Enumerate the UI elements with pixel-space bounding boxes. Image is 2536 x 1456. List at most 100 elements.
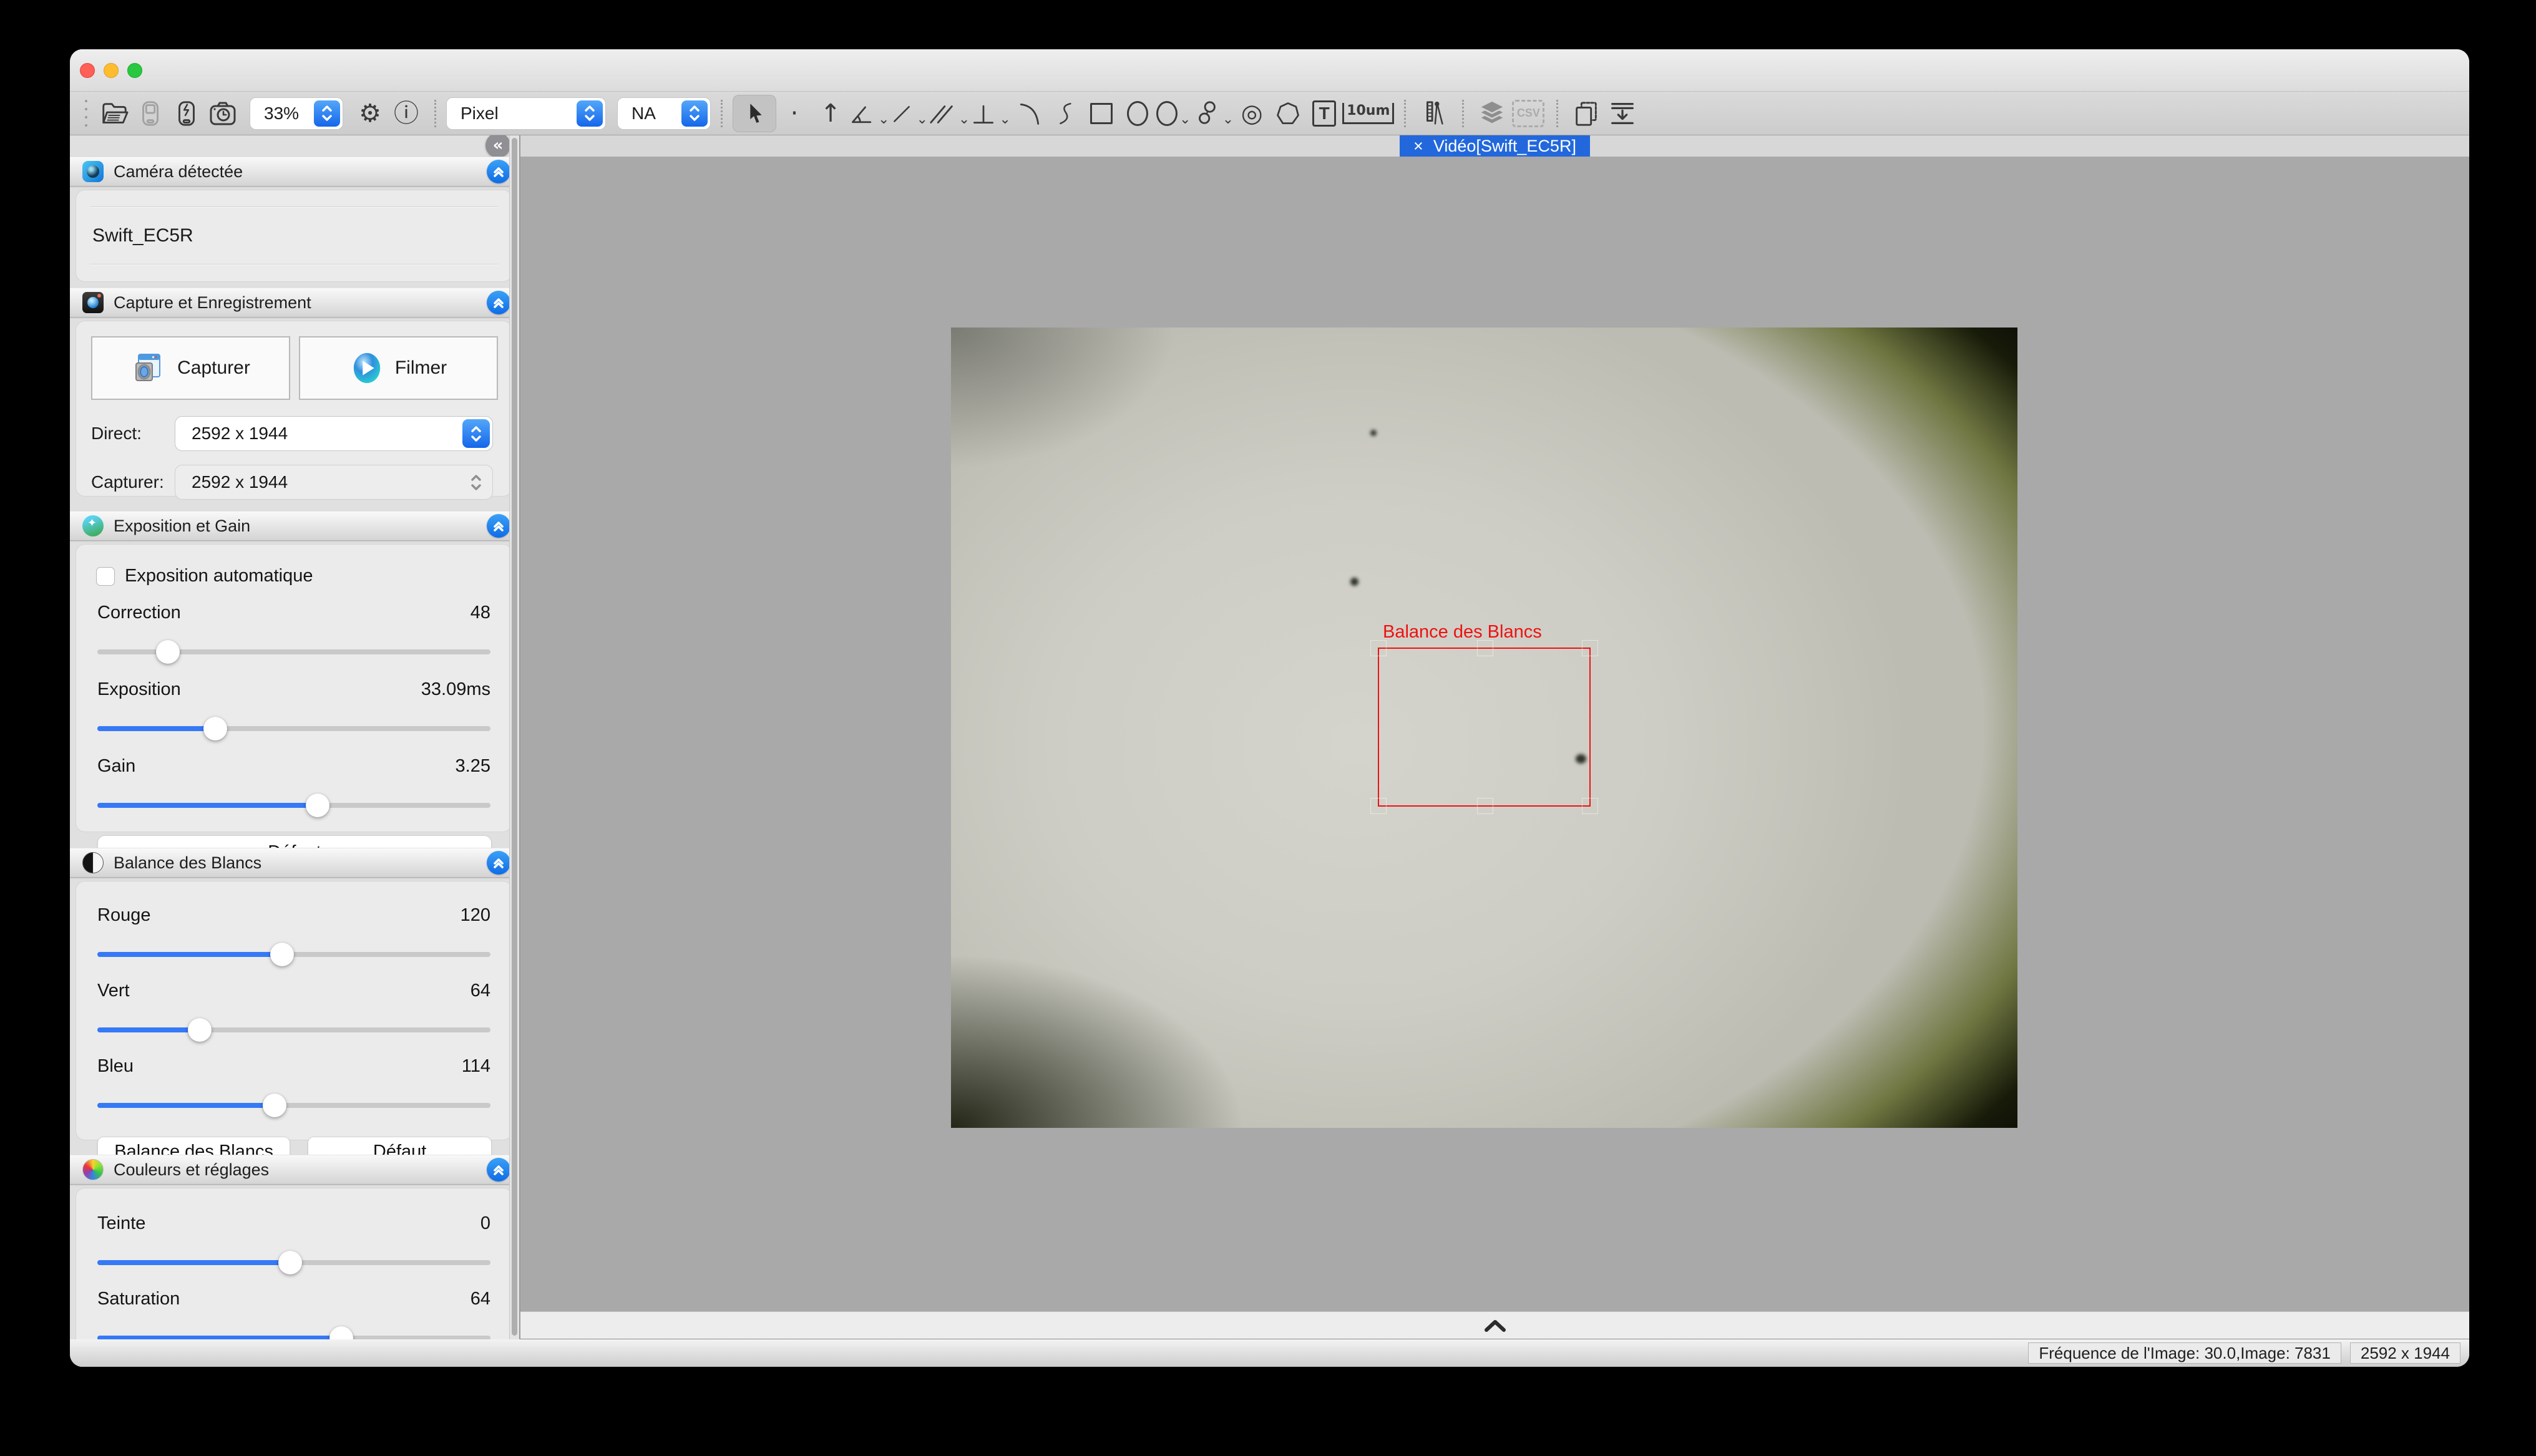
panel-header-camera[interactable]: Caméra détectée bbox=[70, 157, 519, 187]
point-tool-button[interactable]: · bbox=[776, 95, 812, 132]
panel-header-colors[interactable]: Couleurs et réglages bbox=[70, 1155, 519, 1185]
panel-title: Exposition et Gain bbox=[114, 517, 250, 536]
copy-images-button[interactable] bbox=[1568, 95, 1604, 132]
panel-collapse-button[interactable] bbox=[487, 160, 510, 183]
correction-slider[interactable] bbox=[97, 649, 490, 654]
roi-handle[interactable] bbox=[1477, 798, 1493, 814]
slider-thumb[interactable] bbox=[329, 1326, 353, 1339]
stepper-icon[interactable] bbox=[462, 419, 490, 448]
slider-thumb[interactable] bbox=[270, 943, 294, 966]
slider-value: 64 bbox=[471, 1289, 490, 1309]
roi-handle[interactable] bbox=[1582, 640, 1598, 656]
microscope-live-view[interactable]: Balance des Blancs bbox=[951, 328, 2017, 1128]
export-merge-button[interactable] bbox=[1604, 95, 1641, 132]
layers-button[interactable] bbox=[1474, 95, 1510, 132]
roi-handle[interactable] bbox=[1582, 798, 1598, 814]
roi-handle[interactable] bbox=[1477, 640, 1493, 656]
ellipse-tool-button[interactable] bbox=[1119, 95, 1156, 132]
sidebar: « Caméra détectée Swift_EC5R Captur bbox=[70, 135, 519, 1339]
panel-reveal-strip[interactable] bbox=[520, 1311, 2469, 1339]
camera-snapshot-button[interactable] bbox=[205, 95, 241, 132]
zoom-window-button[interactable] bbox=[127, 63, 142, 78]
scrollbar-thumb[interactable] bbox=[512, 138, 517, 1336]
rectangle-tool-button[interactable] bbox=[1083, 95, 1119, 132]
zoom-level-select[interactable]: 33% bbox=[250, 97, 343, 130]
gain-slider[interactable] bbox=[97, 803, 490, 808]
slider-thumb[interactable] bbox=[278, 1251, 302, 1274]
slider-value: 0 bbox=[480, 1213, 490, 1234]
arrow-tool-button[interactable]: ↑ bbox=[812, 95, 849, 132]
camera-name[interactable]: Swift_EC5R bbox=[76, 208, 512, 264]
stepper-icon[interactable] bbox=[314, 100, 340, 127]
slider-thumb[interactable] bbox=[156, 640, 180, 664]
traffic-lights bbox=[80, 63, 142, 78]
slider-thumb[interactable] bbox=[188, 1018, 212, 1042]
toolbar-separator bbox=[1556, 100, 1558, 127]
toolbar-separator bbox=[1404, 100, 1406, 127]
cursor-tool-button[interactable] bbox=[733, 95, 776, 132]
text-tool-button[interactable]: T bbox=[1306, 95, 1342, 132]
panel-collapse-button[interactable] bbox=[487, 1158, 510, 1182]
na-select[interactable]: NA bbox=[617, 97, 711, 130]
scale-bar-tool-button[interactable]: 10um bbox=[1342, 95, 1394, 132]
slider-thumb[interactable] bbox=[263, 1094, 286, 1117]
auto-exposure-checkbox[interactable] bbox=[96, 567, 115, 586]
white-balance-roi[interactable] bbox=[1378, 648, 1591, 807]
stepper-icon[interactable] bbox=[577, 100, 603, 127]
status-bar: Fréquence de l'Image: 30.0,Image: 7831 2… bbox=[70, 1339, 2469, 1367]
saturation-slider[interactable] bbox=[97, 1336, 490, 1339]
chevron-down-icon: ⌄ bbox=[916, 112, 927, 127]
tab-close-icon[interactable]: × bbox=[1413, 137, 1423, 156]
arc-tool-button[interactable] bbox=[1011, 95, 1047, 132]
panel-collapse-button[interactable] bbox=[487, 291, 510, 314]
panel-header-capture[interactable]: Capture et Enregistrement bbox=[70, 288, 519, 318]
roi-handle[interactable] bbox=[1370, 798, 1387, 814]
video-canvas[interactable]: Balance des Blancs bbox=[520, 157, 2469, 1311]
exposure-slider[interactable] bbox=[97, 726, 490, 731]
measure-caliper-button[interactable] bbox=[1416, 95, 1452, 132]
dust-speck bbox=[1350, 578, 1358, 586]
live-resolution-select[interactable]: 2592 x 1944 bbox=[175, 416, 493, 451]
panel-collapse-button[interactable] bbox=[487, 851, 510, 875]
parallel-lines-tool-button[interactable]: ⌄ bbox=[928, 95, 970, 132]
annulus-tool-button[interactable]: ◎ bbox=[1234, 95, 1270, 132]
record-button-label: Filmer bbox=[395, 357, 447, 379]
curve-tool-button[interactable] bbox=[1047, 95, 1083, 132]
unit-select[interactable]: Pixel bbox=[446, 97, 606, 130]
angle-tool-button[interactable]: ⌄ bbox=[849, 95, 889, 132]
zoom-level-value: 33% bbox=[264, 104, 299, 124]
stepper-icon[interactable] bbox=[681, 100, 708, 127]
snap-resolution-select[interactable]: 2592 x 1944 bbox=[175, 465, 493, 500]
minimize-window-button[interactable] bbox=[104, 63, 119, 78]
tab-video[interactable]: × Vidéo[Swift_EC5R] bbox=[1400, 135, 1590, 157]
panel-collapse-button[interactable] bbox=[487, 514, 510, 538]
slider-label: Teinte bbox=[97, 1213, 145, 1234]
panel-header-white-balance[interactable]: Balance des Blancs bbox=[70, 848, 519, 878]
close-window-button[interactable] bbox=[80, 63, 95, 78]
blue-slider[interactable] bbox=[97, 1103, 490, 1108]
red-slider[interactable] bbox=[97, 952, 490, 957]
info-button[interactable]: ⓘ bbox=[388, 95, 424, 132]
polygon-tool-button[interactable] bbox=[1270, 95, 1306, 132]
settings-gear-button[interactable]: ⚙ bbox=[352, 95, 388, 132]
sidebar-collapse-button[interactable]: « bbox=[485, 135, 510, 158]
slider-thumb[interactable] bbox=[203, 717, 227, 740]
chevron-down-icon: ⌄ bbox=[878, 112, 889, 127]
panel-header-exposure[interactable]: Exposition et Gain bbox=[70, 511, 519, 541]
device-flash-button[interactable] bbox=[168, 95, 205, 132]
line-tool-button[interactable]: ⌄ bbox=[889, 95, 927, 132]
open-image-button[interactable] bbox=[96, 95, 132, 132]
hue-slider[interactable] bbox=[97, 1260, 490, 1265]
two-circles-tool-button[interactable]: ⌄ bbox=[1192, 95, 1234, 132]
green-slider[interactable] bbox=[97, 1027, 490, 1032]
sidebar-scrollbar[interactable] bbox=[509, 135, 519, 1339]
circle-tool-button[interactable]: ⌄ bbox=[1156, 95, 1192, 132]
record-button[interactable]: Filmer bbox=[299, 336, 498, 400]
slider-thumb[interactable] bbox=[306, 794, 329, 817]
roi-handle[interactable] bbox=[1370, 640, 1387, 656]
camera-detect-icon bbox=[82, 161, 104, 182]
perpendicular-tool-button[interactable]: ⌄ bbox=[970, 95, 1010, 132]
capture-button[interactable]: Capturer bbox=[91, 336, 290, 400]
sidebar-top-strip: « bbox=[70, 135, 519, 157]
na-value: NA bbox=[632, 104, 656, 124]
